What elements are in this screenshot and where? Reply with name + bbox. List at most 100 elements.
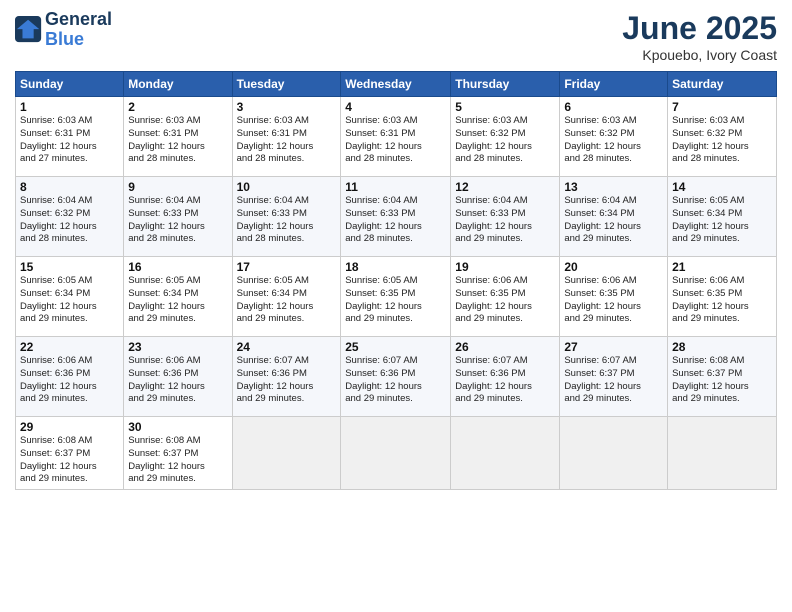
day-info: Sunrise: 6:05 AM Sunset: 6:35 PM Dayligh…: [345, 275, 446, 326]
table-cell: 3Sunrise: 6:03 AM Sunset: 6:31 PM Daylig…: [232, 97, 341, 177]
table-cell: 2Sunrise: 6:03 AM Sunset: 6:31 PM Daylig…: [124, 97, 232, 177]
day-info: Sunrise: 6:07 AM Sunset: 6:37 PM Dayligh…: [564, 355, 663, 406]
col-tuesday: Tuesday: [232, 72, 341, 97]
day-number: 23: [128, 340, 227, 354]
table-cell: 20Sunrise: 6:06 AM Sunset: 6:35 PM Dayli…: [560, 257, 668, 337]
table-cell: 21Sunrise: 6:06 AM Sunset: 6:35 PM Dayli…: [668, 257, 777, 337]
day-number: 22: [20, 340, 119, 354]
day-info: Sunrise: 6:04 AM Sunset: 6:34 PM Dayligh…: [564, 195, 663, 246]
table-cell: 15Sunrise: 6:05 AM Sunset: 6:34 PM Dayli…: [16, 257, 124, 337]
day-number: 18: [345, 260, 446, 274]
day-number: 28: [672, 340, 772, 354]
day-info: Sunrise: 6:06 AM Sunset: 6:35 PM Dayligh…: [455, 275, 555, 326]
calendar-table: Sunday Monday Tuesday Wednesday Thursday…: [15, 71, 777, 490]
table-cell: 7Sunrise: 6:03 AM Sunset: 6:32 PM Daylig…: [668, 97, 777, 177]
table-cell: 10Sunrise: 6:04 AM Sunset: 6:33 PM Dayli…: [232, 177, 341, 257]
table-cell: [451, 417, 560, 490]
col-thursday: Thursday: [451, 72, 560, 97]
day-info: Sunrise: 6:08 AM Sunset: 6:37 PM Dayligh…: [20, 435, 119, 486]
table-cell: 18Sunrise: 6:05 AM Sunset: 6:35 PM Dayli…: [341, 257, 451, 337]
day-info: Sunrise: 6:05 AM Sunset: 6:34 PM Dayligh…: [672, 195, 772, 246]
day-info: Sunrise: 6:03 AM Sunset: 6:31 PM Dayligh…: [20, 115, 119, 166]
day-info: Sunrise: 6:03 AM Sunset: 6:32 PM Dayligh…: [455, 115, 555, 166]
day-info: Sunrise: 6:04 AM Sunset: 6:33 PM Dayligh…: [455, 195, 555, 246]
table-cell: 25Sunrise: 6:07 AM Sunset: 6:36 PM Dayli…: [341, 337, 451, 417]
day-number: 14: [672, 180, 772, 194]
col-wednesday: Wednesday: [341, 72, 451, 97]
day-number: 12: [455, 180, 555, 194]
day-info: Sunrise: 6:07 AM Sunset: 6:36 PM Dayligh…: [455, 355, 555, 406]
day-number: 26: [455, 340, 555, 354]
day-info: Sunrise: 6:08 AM Sunset: 6:37 PM Dayligh…: [128, 435, 227, 486]
table-cell: 28Sunrise: 6:08 AM Sunset: 6:37 PM Dayli…: [668, 337, 777, 417]
title-block: June 2025 Kpouebo, Ivory Coast: [622, 10, 777, 63]
day-info: Sunrise: 6:05 AM Sunset: 6:34 PM Dayligh…: [20, 275, 119, 326]
day-info: Sunrise: 6:03 AM Sunset: 6:31 PM Dayligh…: [237, 115, 337, 166]
table-cell: [560, 417, 668, 490]
day-info: Sunrise: 6:07 AM Sunset: 6:36 PM Dayligh…: [345, 355, 446, 406]
day-number: 13: [564, 180, 663, 194]
day-info: Sunrise: 6:06 AM Sunset: 6:35 PM Dayligh…: [672, 275, 772, 326]
table-cell: 17Sunrise: 6:05 AM Sunset: 6:34 PM Dayli…: [232, 257, 341, 337]
day-number: 17: [237, 260, 337, 274]
table-cell: 4Sunrise: 6:03 AM Sunset: 6:31 PM Daylig…: [341, 97, 451, 177]
table-cell: 6Sunrise: 6:03 AM Sunset: 6:32 PM Daylig…: [560, 97, 668, 177]
day-number: 10: [237, 180, 337, 194]
day-number: 3: [237, 100, 337, 114]
day-info: Sunrise: 6:06 AM Sunset: 6:36 PM Dayligh…: [128, 355, 227, 406]
table-cell: 23Sunrise: 6:06 AM Sunset: 6:36 PM Dayli…: [124, 337, 232, 417]
table-cell: 9Sunrise: 6:04 AM Sunset: 6:33 PM Daylig…: [124, 177, 232, 257]
day-info: Sunrise: 6:06 AM Sunset: 6:36 PM Dayligh…: [20, 355, 119, 406]
day-info: Sunrise: 6:03 AM Sunset: 6:32 PM Dayligh…: [564, 115, 663, 166]
day-number: 7: [672, 100, 772, 114]
day-info: Sunrise: 6:04 AM Sunset: 6:33 PM Dayligh…: [237, 195, 337, 246]
day-info: Sunrise: 6:04 AM Sunset: 6:33 PM Dayligh…: [345, 195, 446, 246]
day-number: 27: [564, 340, 663, 354]
logo: GeneralBlue: [15, 10, 112, 50]
day-number: 20: [564, 260, 663, 274]
col-sunday: Sunday: [16, 72, 124, 97]
page: GeneralBlue June 2025 Kpouebo, Ivory Coa…: [0, 0, 792, 612]
generalblue-icon: [15, 16, 43, 44]
day-info: Sunrise: 6:07 AM Sunset: 6:36 PM Dayligh…: [237, 355, 337, 406]
day-number: 2: [128, 100, 227, 114]
day-number: 1: [20, 100, 119, 114]
day-number: 19: [455, 260, 555, 274]
logo-text: GeneralBlue: [45, 10, 112, 50]
table-cell: [668, 417, 777, 490]
day-number: 25: [345, 340, 446, 354]
table-cell: 5Sunrise: 6:03 AM Sunset: 6:32 PM Daylig…: [451, 97, 560, 177]
day-info: Sunrise: 6:03 AM Sunset: 6:32 PM Dayligh…: [672, 115, 772, 166]
day-number: 9: [128, 180, 227, 194]
table-cell: 1Sunrise: 6:03 AM Sunset: 6:31 PM Daylig…: [16, 97, 124, 177]
day-number: 5: [455, 100, 555, 114]
day-number: 15: [20, 260, 119, 274]
col-monday: Monday: [124, 72, 232, 97]
table-cell: 14Sunrise: 6:05 AM Sunset: 6:34 PM Dayli…: [668, 177, 777, 257]
day-number: 29: [20, 420, 119, 434]
table-cell: 12Sunrise: 6:04 AM Sunset: 6:33 PM Dayli…: [451, 177, 560, 257]
day-number: 21: [672, 260, 772, 274]
table-cell: 29Sunrise: 6:08 AM Sunset: 6:37 PM Dayli…: [16, 417, 124, 490]
day-info: Sunrise: 6:03 AM Sunset: 6:31 PM Dayligh…: [128, 115, 227, 166]
table-cell: 13Sunrise: 6:04 AM Sunset: 6:34 PM Dayli…: [560, 177, 668, 257]
col-saturday: Saturday: [668, 72, 777, 97]
table-cell: 30Sunrise: 6:08 AM Sunset: 6:37 PM Dayli…: [124, 417, 232, 490]
table-cell: [341, 417, 451, 490]
table-cell: 8Sunrise: 6:04 AM Sunset: 6:32 PM Daylig…: [16, 177, 124, 257]
calendar-header-row: Sunday Monday Tuesday Wednesday Thursday…: [16, 72, 777, 97]
day-info: Sunrise: 6:04 AM Sunset: 6:33 PM Dayligh…: [128, 195, 227, 246]
col-friday: Friday: [560, 72, 668, 97]
table-cell: [232, 417, 341, 490]
day-number: 24: [237, 340, 337, 354]
table-cell: 27Sunrise: 6:07 AM Sunset: 6:37 PM Dayli…: [560, 337, 668, 417]
calendar-subtitle: Kpouebo, Ivory Coast: [622, 47, 777, 63]
table-cell: 11Sunrise: 6:04 AM Sunset: 6:33 PM Dayli…: [341, 177, 451, 257]
table-cell: 19Sunrise: 6:06 AM Sunset: 6:35 PM Dayli…: [451, 257, 560, 337]
table-cell: 26Sunrise: 6:07 AM Sunset: 6:36 PM Dayli…: [451, 337, 560, 417]
day-number: 8: [20, 180, 119, 194]
calendar-title: June 2025: [622, 10, 777, 47]
day-info: Sunrise: 6:04 AM Sunset: 6:32 PM Dayligh…: [20, 195, 119, 246]
day-info: Sunrise: 6:03 AM Sunset: 6:31 PM Dayligh…: [345, 115, 446, 166]
day-number: 6: [564, 100, 663, 114]
